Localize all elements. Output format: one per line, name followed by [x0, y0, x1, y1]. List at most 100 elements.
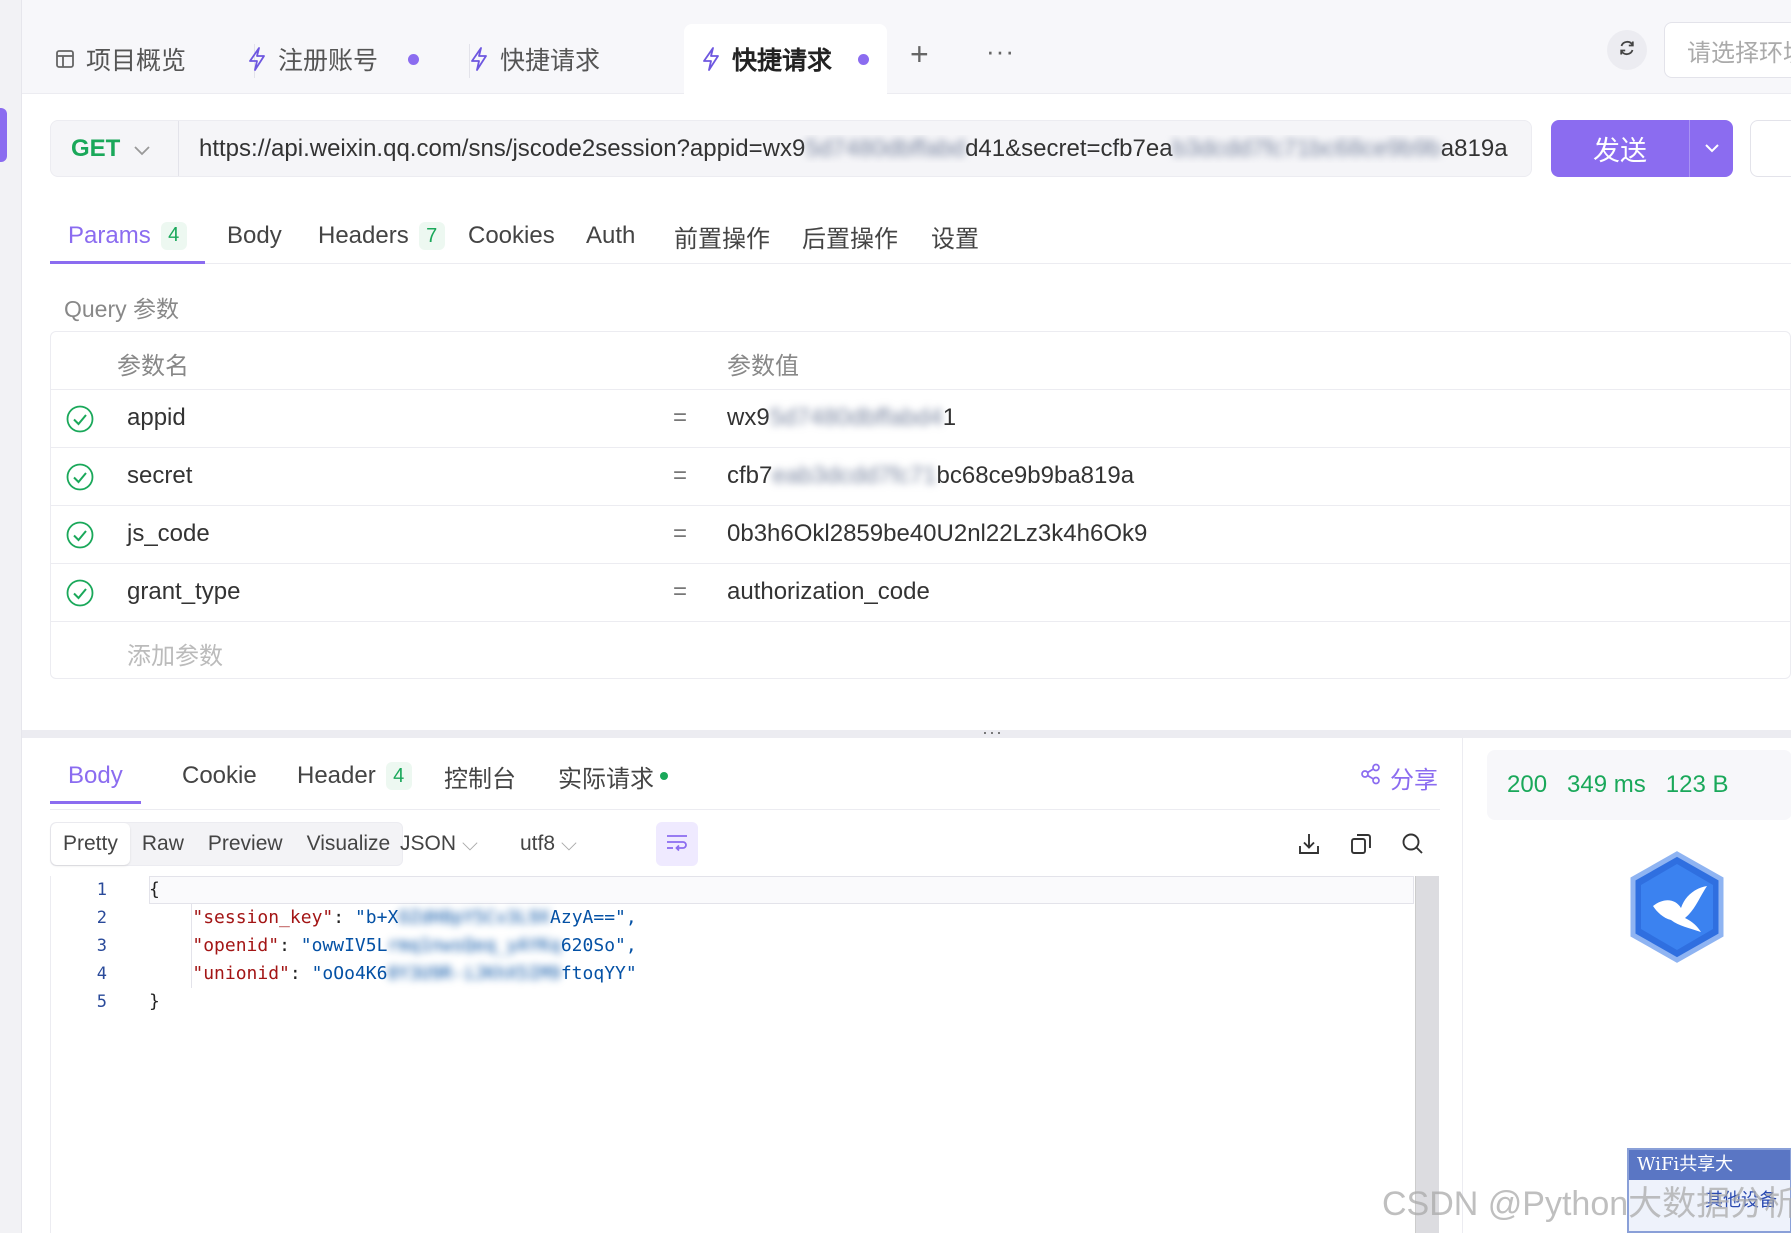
param-value[interactable]: cfb7eab3dcdd7fc71bc68ce9b9ba819a	[727, 462, 1134, 490]
json-string: AzyA==",	[550, 907, 637, 928]
chevron-down-icon: ⌵	[561, 832, 577, 855]
line-number: 4	[96, 964, 107, 984]
tab-quick-request[interactable]: 快捷请求	[460, 24, 630, 94]
status-dot	[660, 772, 668, 780]
tab-headers[interactable]: Headers 7	[318, 210, 445, 262]
count-badge: 4	[385, 762, 412, 790]
encoding-label: utf8	[520, 832, 556, 855]
tab-response-body[interactable]: Body	[50, 750, 141, 804]
share-label: 分享	[1390, 767, 1438, 794]
view-mode-pretty[interactable]: Pretty	[51, 823, 130, 865]
response-status: 200 349 ms 123 B	[1487, 750, 1791, 820]
view-mode-switch: Pretty Raw Preview Visualize	[50, 822, 404, 866]
refresh-button[interactable]	[1607, 30, 1647, 70]
table-header: 参数名 参数值	[51, 332, 1790, 390]
drag-handle-icon[interactable]: ···	[982, 722, 1003, 743]
add-param-row: 添加参数	[51, 622, 1790, 680]
tab-register-account[interactable]: 注册账号	[236, 24, 426, 94]
panel-splitter[interactable]	[22, 730, 1791, 738]
line-number: 3	[96, 936, 107, 956]
tab-label: 项目概览	[86, 47, 187, 75]
url-input[interactable]: https://api.weixin.qq.com/sns/jscode2ses…	[179, 135, 1519, 163]
tab-response-header[interactable]: Header 4	[297, 750, 412, 802]
query-params-label: Query 参数	[64, 296, 180, 322]
param-value[interactable]: authorization_code	[727, 578, 930, 606]
send-button[interactable]: 发送	[1551, 120, 1733, 177]
params-table: 参数名 参数值 appid = wx95d7480dbffabd41 secre…	[50, 331, 1791, 679]
table-row: grant_type = authorization_code	[51, 564, 1790, 622]
value-segment: bc68ce9b9ba819a	[936, 462, 1135, 489]
param-name[interactable]: secret	[127, 462, 192, 490]
code-line: "session_key": "b+XOZdH8pY5Cv3L9XAzyA=="…	[192, 907, 637, 928]
code-line: "openid": "owwIV5Lrmq1nwsQeq_yAYKq620So"…	[192, 935, 637, 956]
url-segment: https://api.weixin.qq.com/sns/jscode2ses…	[199, 134, 806, 162]
tab-console[interactable]: 控制台	[444, 750, 516, 802]
count-badge: 7	[418, 222, 445, 250]
column-header-value: 参数值	[727, 353, 799, 380]
response-time: 349 ms	[1567, 771, 1646, 798]
enabled-check-icon[interactable]	[65, 520, 95, 550]
refresh-icon	[1617, 38, 1637, 63]
tab-post-operations[interactable]: 后置操作	[802, 210, 898, 262]
environment-select[interactable]: 请选择环境	[1664, 22, 1791, 78]
view-mode-preview[interactable]: Preview	[196, 823, 295, 865]
view-mode-raw[interactable]: Raw	[130, 823, 196, 865]
tab-response-cookie[interactable]: Cookie	[182, 750, 257, 802]
unsaved-dot	[408, 53, 420, 65]
param-name[interactable]: js_code	[127, 520, 210, 548]
copy-icon[interactable]	[1348, 831, 1376, 859]
param-name[interactable]: appid	[127, 404, 186, 432]
tab-quick-request-active[interactable]: 快捷请求	[684, 24, 887, 94]
tab-cookies[interactable]: Cookies	[468, 210, 555, 262]
app-logo-bird-icon	[1623, 848, 1731, 968]
json-redacted: 0Y3U9R-iJKhX5IM9	[387, 963, 561, 984]
value-redacted-segment: eab3dcdd7fc71	[772, 462, 937, 489]
enabled-check-icon[interactable]	[65, 462, 95, 492]
share-icon	[1360, 763, 1382, 792]
tab-project-overview[interactable]: 项目概览	[46, 24, 226, 94]
request-tabs: Params 4 Body Headers 7 Cookies Auth 前置操…	[50, 200, 1791, 264]
json-redacted: rmq1nwsQeq_yAYKq	[387, 935, 561, 956]
send-options-dropdown[interactable]	[1690, 120, 1733, 177]
url-segment: a819a	[1440, 134, 1508, 162]
share-button[interactable]: 分享	[1360, 760, 1438, 795]
value-redacted-segment: 5d7480dbffabd4	[769, 404, 943, 431]
param-value[interactable]: wx95d7480dbffabd41	[727, 404, 956, 432]
more-tabs-button[interactable]: ···	[986, 36, 1015, 67]
tab-label: Headers	[318, 222, 409, 249]
word-wrap-icon	[665, 832, 689, 857]
param-name[interactable]: grant_type	[127, 578, 240, 606]
format-select[interactable]: JSON ⌵	[400, 832, 478, 856]
search-icon[interactable]	[1400, 831, 1428, 859]
equals-sign: =	[673, 404, 688, 431]
tab-label: 快捷请求	[500, 47, 601, 75]
json-string: "owwIV5L	[300, 935, 388, 956]
value-segment: 1	[942, 404, 957, 431]
tab-settings[interactable]: 设置	[931, 210, 979, 262]
param-value[interactable]: 0b3h6Okl2859be40U2nl22Lz3k4h6Ok9	[727, 520, 1147, 548]
method-select[interactable]: GET	[51, 121, 179, 176]
enabled-check-icon[interactable]	[65, 578, 95, 608]
json-redacted: OZdH8pY5Cv3L9X	[398, 907, 551, 928]
tab-body[interactable]: Body	[227, 210, 282, 262]
chevron-down-icon	[1704, 140, 1719, 158]
tab-auth[interactable]: Auth	[586, 210, 635, 262]
lightning-icon	[466, 46, 492, 72]
column-header-name: 参数名	[117, 353, 189, 380]
enabled-check-icon[interactable]	[65, 404, 95, 434]
word-wrap-button[interactable]	[656, 822, 698, 866]
code-line: {	[149, 879, 160, 900]
tab-params[interactable]: Params 4	[50, 210, 205, 264]
response-body-viewer[interactable]: 1 2 3 4 5 { "session_key": "b+XOZdH8pY5C…	[50, 876, 1439, 1233]
tab-pre-operations[interactable]: 前置操作	[674, 210, 770, 262]
save-button[interactable]	[1750, 120, 1791, 177]
download-icon[interactable]	[1296, 831, 1324, 859]
encoding-select[interactable]: utf8 ⌵	[520, 832, 577, 856]
add-param-input[interactable]: 添加参数	[127, 636, 223, 671]
json-key: "unionid"	[192, 963, 290, 984]
url-redacted-segment: b3dcdd7fc71bc68ce9b9b	[1172, 134, 1441, 162]
tab-actual-request[interactable]: 实际请求	[558, 750, 668, 802]
view-mode-visualize[interactable]: Visualize	[295, 823, 403, 865]
line-numbers: 1 2 3 4 5	[51, 876, 125, 1016]
add-tab-button[interactable]: +	[910, 36, 929, 73]
